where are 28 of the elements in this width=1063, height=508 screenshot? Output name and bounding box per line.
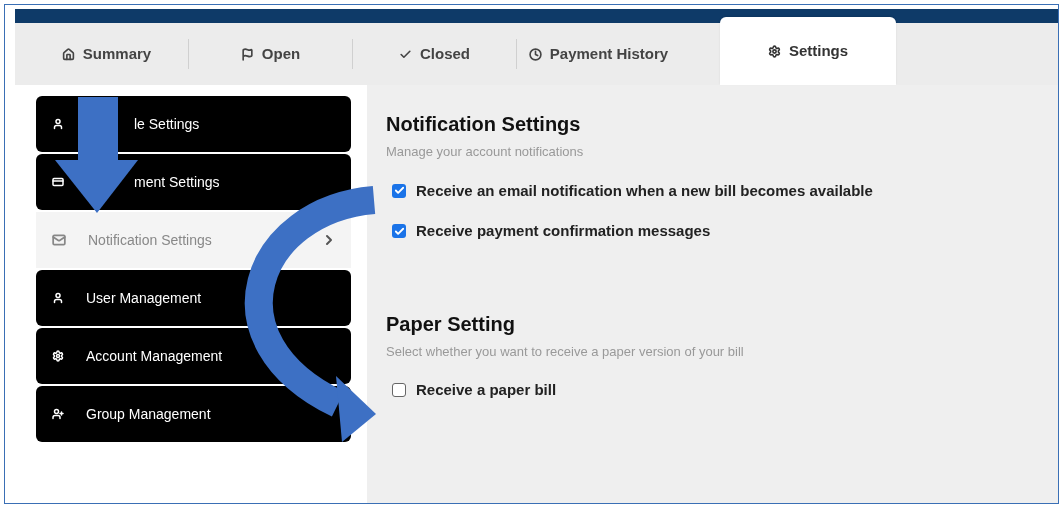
checkbox[interactable] <box>392 224 406 239</box>
flag-icon <box>240 47 254 61</box>
add-user-icon <box>52 408 64 420</box>
mail-icon <box>52 233 66 247</box>
checkbox-label: Receive a paper bill <box>416 380 557 400</box>
settings-icon <box>767 44 781 58</box>
checkbox[interactable] <box>392 383 406 398</box>
sidebar-item[interactable]: User Management <box>36 270 351 326</box>
clock-icon <box>528 47 542 61</box>
section-title: Notification Settings <box>386 112 582 137</box>
tab[interactable]: Summary <box>25 23 188 85</box>
checkbox-label: Receive an email notification when a new bill becomes available <box>416 180 873 201</box>
checkbox-label: Receive payment confirmation messages <box>416 221 711 241</box>
user-icon <box>52 292 64 304</box>
tab[interactable]: Payment History <box>517 23 680 85</box>
tab[interactable]: Closed <box>353 23 516 85</box>
section-title: Paper Setting <box>386 311 516 337</box>
home-icon <box>61 47 75 61</box>
checkbox[interactable] <box>392 183 406 198</box>
section-subtitle: Select whether you want to receive a paper version of your bill <box>386 342 745 361</box>
tab[interactable]: Open <box>189 23 352 85</box>
sidebar-item[interactable]: Group Management <box>36 386 351 442</box>
settings-icon <box>52 350 64 362</box>
tab[interactable]: Settings <box>720 17 896 85</box>
check-icon <box>399 47 412 61</box>
user-icon <box>52 118 64 130</box>
card-icon <box>52 176 64 188</box>
section-subtitle: Manage your account notifications <box>386 143 585 161</box>
